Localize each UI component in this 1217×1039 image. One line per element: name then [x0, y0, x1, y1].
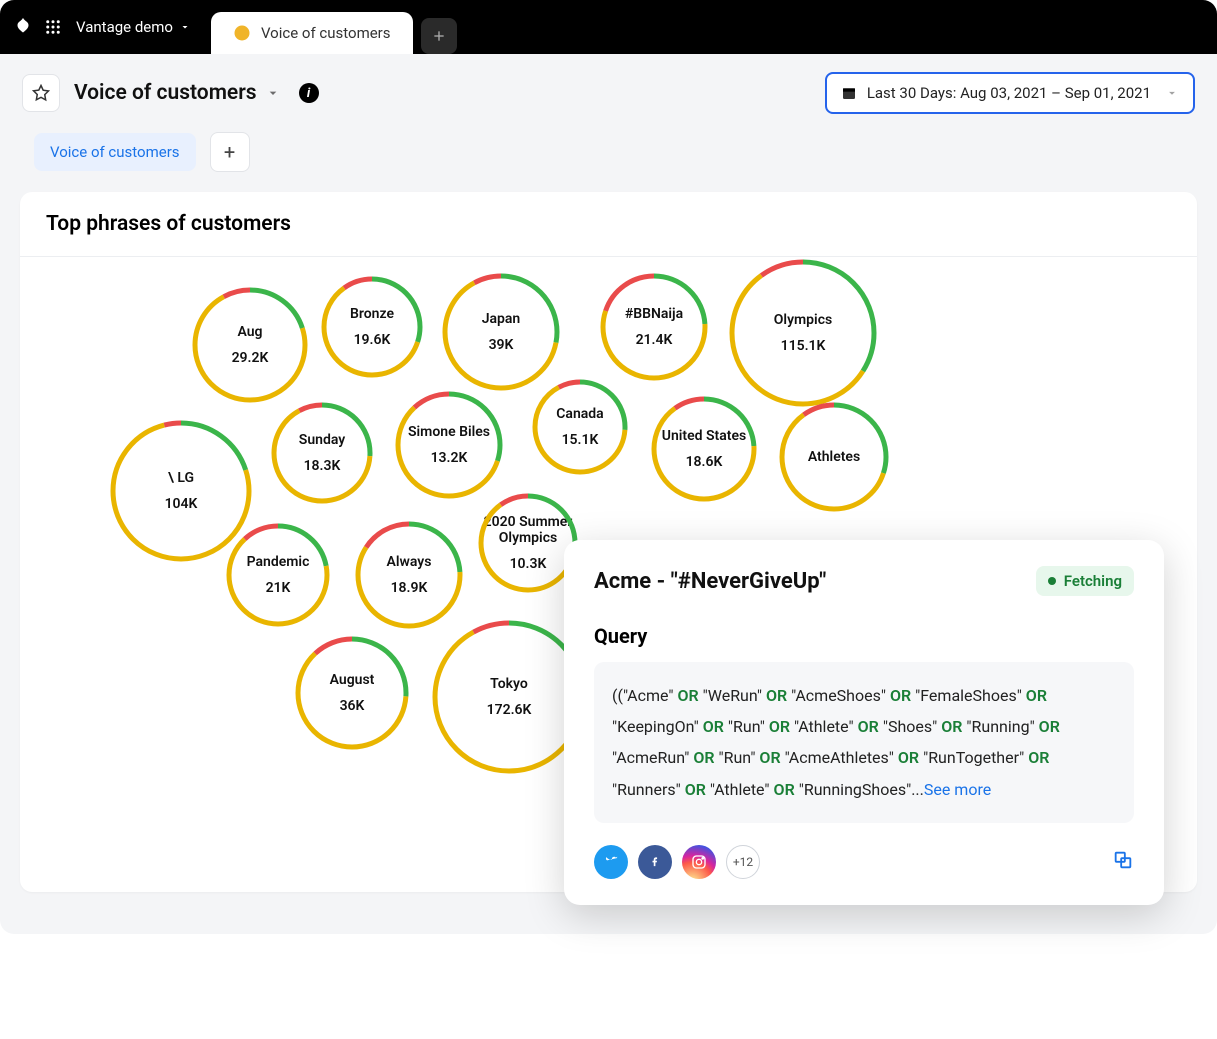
chevron-down-icon — [1165, 86, 1179, 100]
bubble--bbnaija[interactable]: #BBNaija21.4K — [600, 273, 708, 381]
app-logo-icon — [12, 16, 34, 38]
chevron-down-icon — [265, 85, 281, 101]
card-title: Top phrases of customers — [20, 192, 1197, 257]
page-title[interactable]: Voice of customers — [74, 81, 281, 105]
bubble-sunday[interactable]: Sunday18.3K — [271, 402, 373, 504]
workspace-name: Vantage demo — [76, 18, 173, 36]
apps-grid-icon[interactable] — [44, 18, 62, 36]
star-icon — [32, 84, 50, 102]
more-sources-button[interactable]: +12 — [726, 845, 760, 879]
bubble-japan[interactable]: Japan39K — [442, 273, 560, 391]
date-range-text: Last 30 Days: Aug 03, 2021 – Sep 01, 202… — [867, 84, 1151, 102]
chevron-down-icon — [179, 21, 191, 33]
tab-strip: Voice of customers — [211, 0, 457, 54]
query-popover: Acme - "#NeverGiveUp" Fetching Query (("… — [564, 540, 1164, 905]
instagram-icon[interactable] — [682, 845, 716, 879]
tab-icon — [233, 24, 251, 42]
page-header: Voice of customers i Last 30 Days: Aug 0… — [0, 54, 1217, 126]
add-filter-button[interactable]: + — [210, 132, 250, 172]
top-nav: Vantage demo Voice of customers — [0, 0, 1217, 54]
bubble-august[interactable]: August36K — [295, 636, 409, 750]
popover-footer: +12 — [594, 845, 1134, 879]
status-dot-icon — [1048, 577, 1056, 585]
bubble-always[interactable]: Always18.9K — [355, 521, 463, 629]
bubble-olympics[interactable]: Olympics115.1K — [729, 259, 877, 407]
twitter-icon[interactable] — [594, 845, 628, 879]
filter-chip-row: Voice of customers + — [0, 126, 1217, 186]
workspace-selector[interactable]: Vantage demo — [76, 18, 191, 36]
bubble-pandemic[interactable]: Pandemic21K — [226, 523, 330, 627]
add-tab-button[interactable] — [421, 18, 457, 54]
bubble-simone-biles[interactable]: Simone Biles13.2K — [395, 391, 503, 499]
status-badge: Fetching — [1036, 566, 1134, 596]
bubble-aug[interactable]: Aug29.2K — [192, 287, 308, 403]
plus-icon — [431, 28, 447, 44]
query-text: (("Acme" OR "WeRun" OR "AcmeShoes" OR "F… — [594, 662, 1134, 823]
popover-title: Acme - "#NeverGiveUp" — [594, 569, 826, 594]
bubble-2020-summer-olympics[interactable]: 2020 Summer Olympics10.3K — [478, 493, 578, 593]
bubble-athletes[interactable]: Athletes — [779, 402, 889, 512]
query-section-label: Query — [594, 624, 1134, 648]
bubble-united-states[interactable]: United States18.6K — [651, 396, 757, 502]
tab-label: Voice of customers — [261, 24, 391, 42]
expand-icon — [1112, 849, 1134, 871]
expand-button[interactable] — [1112, 849, 1134, 875]
calendar-icon — [841, 85, 857, 101]
bubble-canada[interactable]: Canada15.1K — [532, 379, 628, 475]
favorite-button[interactable] — [22, 74, 60, 112]
facebook-icon[interactable] — [638, 845, 672, 879]
date-range-picker[interactable]: Last 30 Days: Aug 03, 2021 – Sep 01, 202… — [825, 72, 1195, 114]
filter-chip[interactable]: Voice of customers — [34, 133, 196, 171]
see-more-link[interactable]: See more — [924, 780, 991, 799]
info-icon[interactable]: i — [299, 83, 319, 103]
bubble-tokyo[interactable]: Tokyo172.6K — [432, 620, 586, 774]
bubble-bronze[interactable]: Bronze19.6K — [321, 276, 423, 378]
tab-voice-of-customers[interactable]: Voice of customers — [211, 12, 413, 54]
